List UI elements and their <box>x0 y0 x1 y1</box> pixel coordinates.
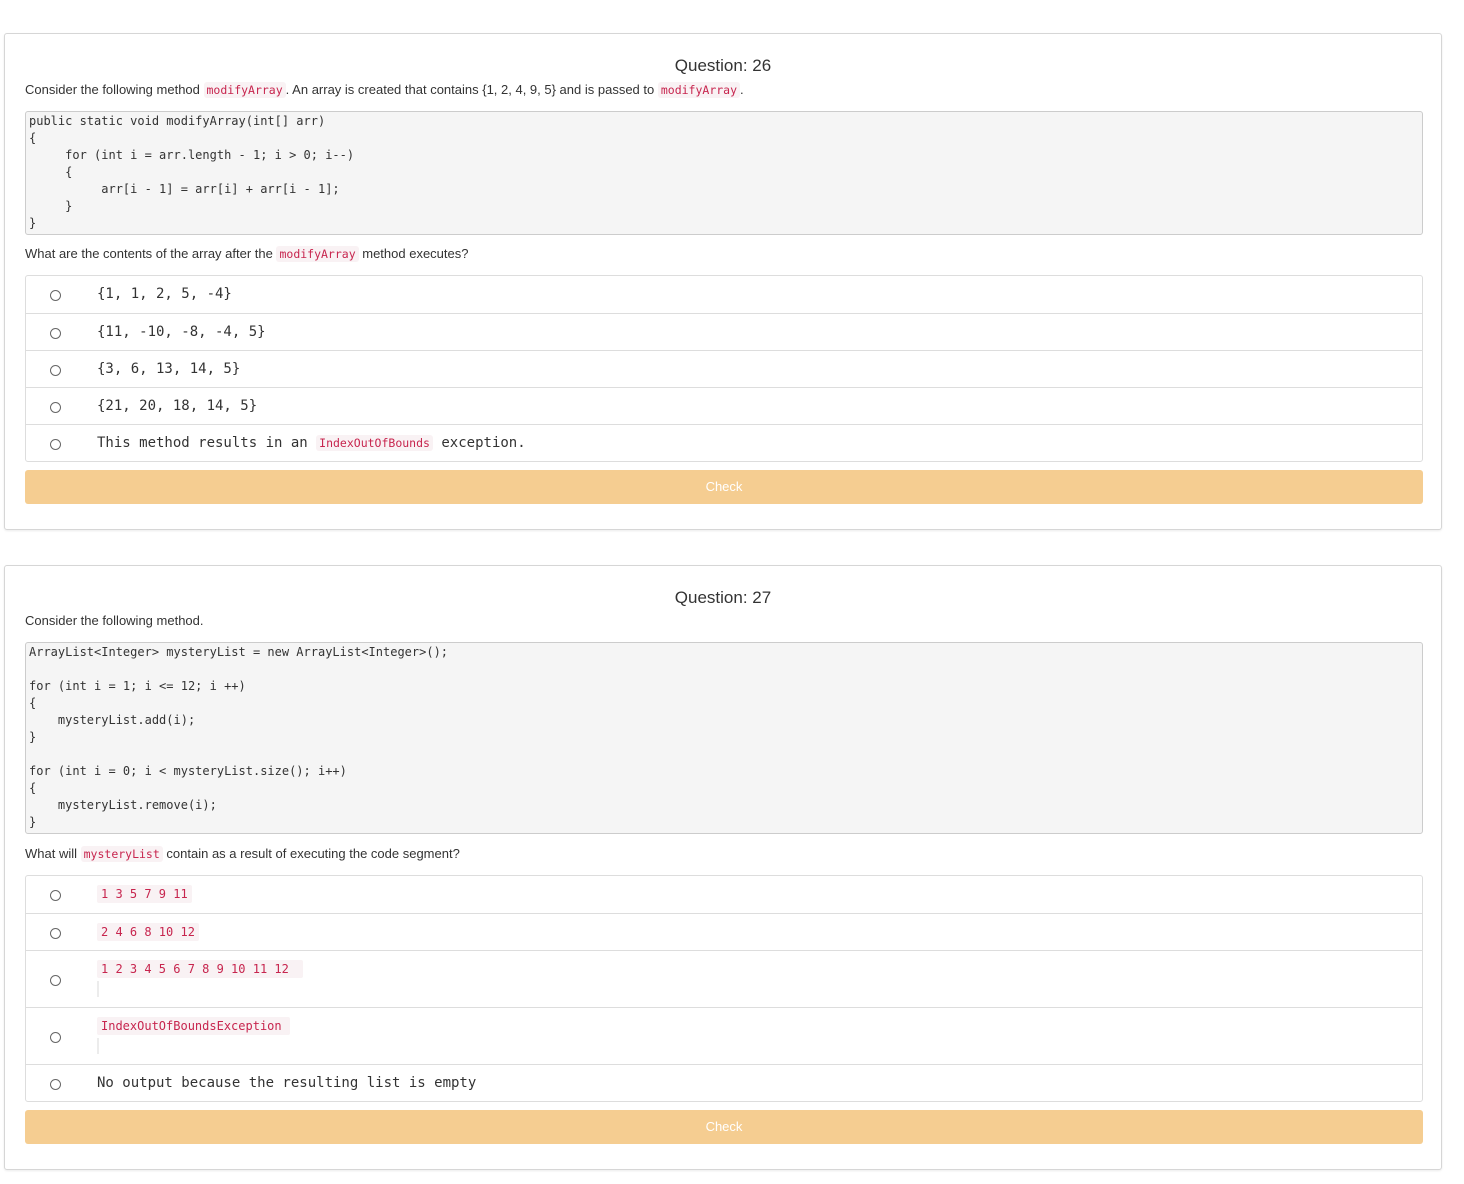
radio-button[interactable] <box>50 1032 61 1043</box>
choice-label: No output because the resulting list is … <box>97 1075 477 1091</box>
answer-choice[interactable]: No output because the resulting list is … <box>26 1064 1422 1101</box>
code-block: public static void modifyArray(int[] arr… <box>25 111 1423 235</box>
answer-choice[interactable]: 2 4 6 8 10 12 <box>26 913 1422 950</box>
radio-button[interactable] <box>50 439 61 450</box>
text-cursor <box>97 981 99 997</box>
radio-button[interactable] <box>50 1079 61 1090</box>
choice-label: {3, 6, 13, 14, 5} <box>97 361 241 377</box>
radio-button[interactable] <box>50 290 61 301</box>
question-intro: Consider the following method modifyArra… <box>25 82 744 98</box>
choice-code: 1 2 3 4 5 6 7 8 9 10 11 12 <box>97 960 303 978</box>
answer-choice[interactable]: This method results in an IndexOutOfBoun… <box>26 424 1422 461</box>
question-text: What are the contents of the array after… <box>25 246 469 262</box>
text-cursor <box>97 1038 99 1054</box>
inline-code: mysteryList <box>80 846 163 862</box>
radio-button[interactable] <box>50 975 61 986</box>
question-text: What will mysteryList contain as a resul… <box>25 846 460 862</box>
choice-label: {1, 1, 2, 5, -4} <box>97 286 232 302</box>
check-button[interactable]: Check <box>25 470 1423 504</box>
check-button[interactable]: Check <box>25 1110 1423 1144</box>
question-title: Question: 26 <box>674 56 772 75</box>
inline-code: modifyArray <box>657 82 741 98</box>
question-27-card: Question: 27 Consider the following meth… <box>4 565 1442 1170</box>
choice-label: {11, -10, -8, -4, 5} <box>97 324 266 340</box>
choice-code: 2 4 6 8 10 12 <box>97 923 199 941</box>
answer-choice[interactable]: 1 2 3 4 5 6 7 8 9 10 11 12 <box>26 950 1422 1007</box>
radio-button[interactable] <box>50 928 61 939</box>
question-intro: Consider the following method. <box>25 613 204 628</box>
radio-button[interactable] <box>50 890 61 901</box>
choice-code: 1 3 5 7 9 11 <box>97 885 192 903</box>
answer-choice[interactable]: 1 3 5 7 9 11 <box>26 876 1422 913</box>
code-block: ArrayList<Integer> mysteryList = new Arr… <box>25 642 1423 834</box>
inline-code: IndexOutOfBounds <box>316 435 433 451</box>
choice-code: IndexOutOfBoundsException <box>97 1017 290 1035</box>
inline-code: modifyArray <box>276 246 359 262</box>
radio-button[interactable] <box>50 328 61 339</box>
radio-button[interactable] <box>50 402 61 413</box>
answer-choice[interactable]: {21, 20, 18, 14, 5} <box>26 387 1422 424</box>
question-title: Question: 27 <box>674 588 772 607</box>
inline-code: modifyArray <box>203 82 286 98</box>
answer-choices: 1 3 5 7 9 11 2 4 6 8 10 12 1 2 3 4 5 6 7… <box>25 875 1423 1102</box>
choice-label: This method results in an IndexOutOfBoun… <box>97 435 526 451</box>
answer-choice[interactable]: {1, 1, 2, 5, -4} <box>26 276 1422 313</box>
choice-label: {21, 20, 18, 14, 5} <box>97 398 258 414</box>
answer-choice[interactable]: IndexOutOfBoundsException <box>26 1007 1422 1064</box>
question-26-card: Question: 26 Consider the following meth… <box>4 33 1442 530</box>
answer-choice[interactable]: {11, -10, -8, -4, 5} <box>26 313 1422 350</box>
answer-choice[interactable]: {3, 6, 13, 14, 5} <box>26 350 1422 387</box>
answer-choices: {1, 1, 2, 5, -4} {11, -10, -8, -4, 5} {3… <box>25 275 1423 462</box>
radio-button[interactable] <box>50 365 61 376</box>
